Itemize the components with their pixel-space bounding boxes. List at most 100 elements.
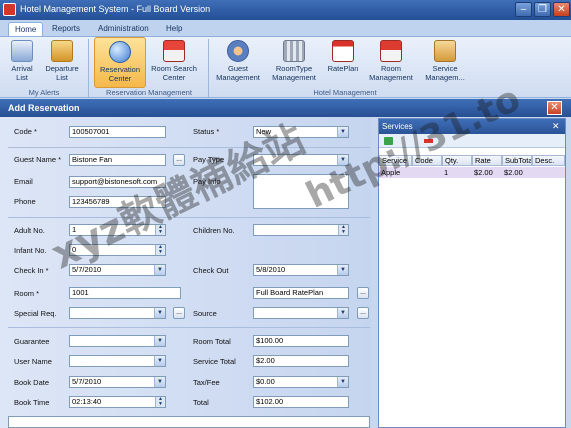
table-cell-subtotal[interactable]: $2.00 [502, 167, 532, 178]
chevron-down-icon: ▼ [154, 377, 165, 387]
button-label: Management [216, 73, 260, 82]
button-label: Departure [45, 64, 79, 73]
title-bar: Hotel Management System - Full Board Ver… [0, 0, 571, 20]
button-label: RoomType [275, 64, 313, 73]
table-cell-qty[interactable]: 1 [442, 167, 472, 178]
code-label: Code * [14, 127, 37, 136]
tab-administration[interactable]: Administration [92, 22, 155, 36]
service-total-label: Service Total [193, 357, 236, 366]
room-management-button[interactable]: Room Management [365, 37, 417, 88]
book-time-value: 02:13:40 [72, 397, 102, 406]
user-name-label: User Name [14, 357, 52, 366]
special-req-select[interactable]: ▼ [69, 307, 166, 319]
close-window-button[interactable]: ✕ [553, 2, 570, 17]
minimize-button[interactable]: – [515, 2, 532, 17]
chevron-down-icon: ▼ [154, 265, 165, 275]
calendar-icon [332, 40, 354, 62]
button-label: Management [272, 73, 316, 82]
book-date-value: 5/7/2010 [72, 377, 102, 386]
group-label-hotel-management: Hotel Management [313, 88, 377, 97]
column-header-qty[interactable]: Qty. [442, 155, 472, 166]
total-field: $102.00 [253, 396, 349, 408]
guarantee-label: Guarantee [14, 337, 50, 346]
users-icon [227, 40, 249, 62]
tax-fee-select[interactable]: $0.00 ▼ [253, 376, 349, 388]
book-date-label: Book Date [14, 378, 50, 387]
divider [8, 147, 370, 148]
service-management-button[interactable]: Service Managem... [420, 37, 470, 88]
email-label: Email [14, 177, 33, 186]
book-time-stepper[interactable]: 02:13:40 ▲ ▼ [69, 396, 166, 408]
roomtype-management-button[interactable]: RoomType Management [266, 37, 322, 88]
service-total-field: $2.00 [253, 355, 349, 367]
app-icon [3, 3, 16, 16]
remarks-field[interactable] [8, 416, 370, 428]
button-label: Management [369, 73, 413, 82]
column-header-rate[interactable]: Rate [472, 155, 502, 166]
children-no-label: Children No. [193, 226, 235, 235]
dialog-close-button[interactable]: ✕ [547, 101, 562, 115]
rateplan-button[interactable]: RatePlan [324, 37, 362, 88]
button-label: Guest [227, 64, 248, 73]
spin-arrows-icon[interactable]: ▲ ▼ [155, 397, 165, 407]
services-close-button[interactable]: ✕ [552, 121, 560, 132]
arrival-list-button[interactable]: Arrival List [4, 37, 40, 88]
room-field[interactable]: 1001 [69, 287, 181, 299]
source-lookup-button[interactable]: ... [357, 307, 369, 319]
chevron-down-icon: ▼ [154, 308, 165, 318]
button-label: Service [432, 64, 458, 73]
rate-plan-lookup-button[interactable]: ... [357, 287, 369, 299]
button-label: Room Search [151, 64, 197, 73]
guarantee-select[interactable]: ▼ [69, 335, 166, 347]
button-label: Center [108, 74, 132, 83]
calendar-clock-icon [11, 40, 33, 62]
reservation-center-button[interactable]: Reservation Center [94, 37, 146, 88]
globe-icon [109, 41, 131, 63]
button-label: List [16, 73, 28, 82]
group-label-my-alerts: My Alerts [28, 88, 60, 97]
children-no-stepper[interactable]: ▲ ▼ [253, 224, 349, 236]
tax-fee-label: Tax/Fee [193, 378, 220, 387]
spin-arrows-icon[interactable]: ▲ ▼ [155, 245, 165, 255]
tab-help[interactable]: Help [160, 22, 188, 36]
tab-home[interactable]: Home [8, 22, 44, 36]
button-label: Arrival [11, 64, 33, 73]
book-date-picker[interactable]: 5/7/2010 ▼ [69, 376, 166, 388]
check-out-date-picker[interactable]: 5/8/2010 ▼ [253, 264, 349, 276]
special-req-lookup-button[interactable]: ... [173, 307, 185, 319]
button-label: Center [162, 73, 186, 82]
departure-list-button[interactable]: Departure List [42, 37, 82, 88]
user-name-select[interactable]: ▼ [69, 355, 166, 367]
dialog-title: Add Reservation [8, 103, 80, 113]
check-out-value: 5/8/2010 [256, 265, 286, 274]
guest-name-label: Guest Name * [14, 155, 62, 164]
guest-name-field[interactable]: Bistone Fan [69, 154, 166, 166]
table-cell-desc[interactable] [532, 167, 565, 178]
tab-reports[interactable]: Reports [46, 22, 86, 36]
phone-label: Phone [14, 197, 36, 206]
guest-management-button[interactable]: Guest Management [213, 37, 263, 88]
column-header-desc[interactable]: Desc. [532, 155, 565, 166]
button-label: Managem... [425, 73, 465, 82]
group-label-reservation-management: Reservation Management [106, 88, 192, 97]
room-total-field: $100.00 [253, 335, 349, 347]
special-req-label: Special Req. [14, 309, 57, 318]
building-columns-icon [283, 40, 305, 62]
spin-arrows-icon[interactable]: ▲ ▼ [338, 225, 348, 235]
table-cell-rate[interactable]: $2.00 [472, 167, 502, 178]
room-search-center-button[interactable]: Room Search Center [148, 37, 200, 88]
maximize-button[interactable]: ❐ [534, 2, 551, 17]
house-search-icon [163, 40, 185, 62]
button-label: List [56, 73, 68, 82]
rate-plan-field[interactable]: Full Board RatePlan [253, 287, 349, 299]
column-header-subtotal[interactable]: SubTotal [502, 155, 532, 166]
infant-no-label: Infant No. [14, 246, 47, 255]
chevron-down-icon: ▼ [337, 377, 348, 387]
code-field[interactable]: 100507001 [69, 126, 166, 138]
service-box-icon [434, 40, 456, 62]
window-title: Hotel Management System - Full Board Ver… [20, 4, 211, 14]
source-select[interactable]: ▼ [253, 307, 349, 319]
button-label: Room [380, 64, 401, 73]
total-label: Total [193, 398, 209, 407]
chevron-down-icon: ▼ [337, 265, 348, 275]
